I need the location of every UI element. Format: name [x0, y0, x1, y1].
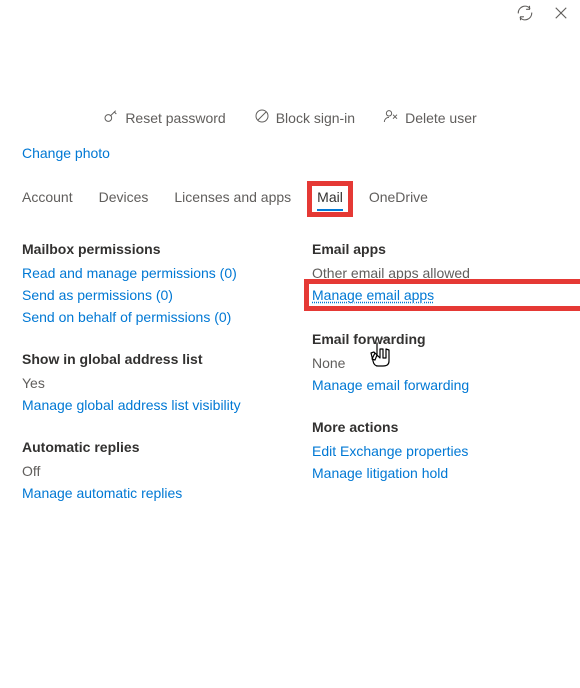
automatic-replies-section: Automatic replies Off Manage automatic r…	[22, 439, 312, 501]
block-signin-label: Block sign-in	[276, 110, 355, 126]
manage-email-forwarding-link[interactable]: Manage email forwarding	[312, 377, 580, 393]
key-icon	[103, 108, 119, 127]
change-photo-link[interactable]: Change photo	[22, 145, 110, 161]
tab-mail[interactable]: Mail	[317, 189, 343, 211]
manage-litigation-hold-link[interactable]: Manage litigation hold	[312, 465, 580, 481]
close-icon[interactable]	[552, 4, 570, 22]
tab-underline	[317, 209, 343, 211]
automatic-replies-value: Off	[22, 463, 312, 479]
mailbox-permissions-title: Mailbox permissions	[22, 241, 312, 257]
global-address-section: Show in global address list Yes Manage g…	[22, 351, 312, 413]
send-as-permissions-link[interactable]: Send as permissions (0)	[22, 287, 312, 303]
block-signin-button[interactable]: Block sign-in	[254, 108, 355, 127]
email-apps-value: Other email apps allowed	[312, 265, 580, 281]
reset-password-label: Reset password	[125, 110, 225, 126]
email-forwarding-section: Email forwarding None Manage email forwa…	[312, 331, 580, 393]
manage-global-address-link[interactable]: Manage global address list visibility	[22, 397, 312, 413]
email-forwarding-value: None	[312, 355, 580, 371]
manage-automatic-replies-link[interactable]: Manage automatic replies	[22, 485, 312, 501]
user-actions-row: Reset password Block sign-in Delete user	[0, 108, 580, 127]
email-apps-title: Email apps	[312, 241, 580, 257]
email-apps-section: Email apps Other email apps allowed Mana…	[312, 241, 580, 303]
tab-bar: Account Devices Licenses and apps Mail O…	[22, 189, 580, 211]
email-forwarding-title: Email forwarding	[312, 331, 580, 347]
automatic-replies-title: Automatic replies	[22, 439, 312, 455]
send-on-behalf-permissions-link[interactable]: Send on behalf of permissions (0)	[22, 309, 312, 325]
tab-onedrive[interactable]: OneDrive	[369, 189, 428, 211]
more-actions-section: More actions Edit Exchange properties Ma…	[312, 419, 580, 481]
reset-password-button[interactable]: Reset password	[103, 108, 225, 127]
delete-user-label: Delete user	[405, 110, 477, 126]
global-address-title: Show in global address list	[22, 351, 312, 367]
global-address-value: Yes	[22, 375, 312, 391]
refresh-icon[interactable]	[516, 4, 534, 22]
tab-licenses[interactable]: Licenses and apps	[174, 189, 291, 211]
manage-email-apps-link[interactable]: Manage email apps	[312, 287, 580, 303]
delete-user-icon	[383, 108, 399, 127]
block-icon	[254, 108, 270, 127]
tab-account[interactable]: Account	[22, 189, 73, 211]
more-actions-title: More actions	[312, 419, 580, 435]
mailbox-permissions-section: Mailbox permissions Read and manage perm…	[22, 241, 312, 325]
delete-user-button[interactable]: Delete user	[383, 108, 477, 127]
edit-exchange-properties-link[interactable]: Edit Exchange properties	[312, 443, 580, 459]
read-manage-permissions-link[interactable]: Read and manage permissions (0)	[22, 265, 312, 281]
tab-devices[interactable]: Devices	[99, 189, 149, 211]
